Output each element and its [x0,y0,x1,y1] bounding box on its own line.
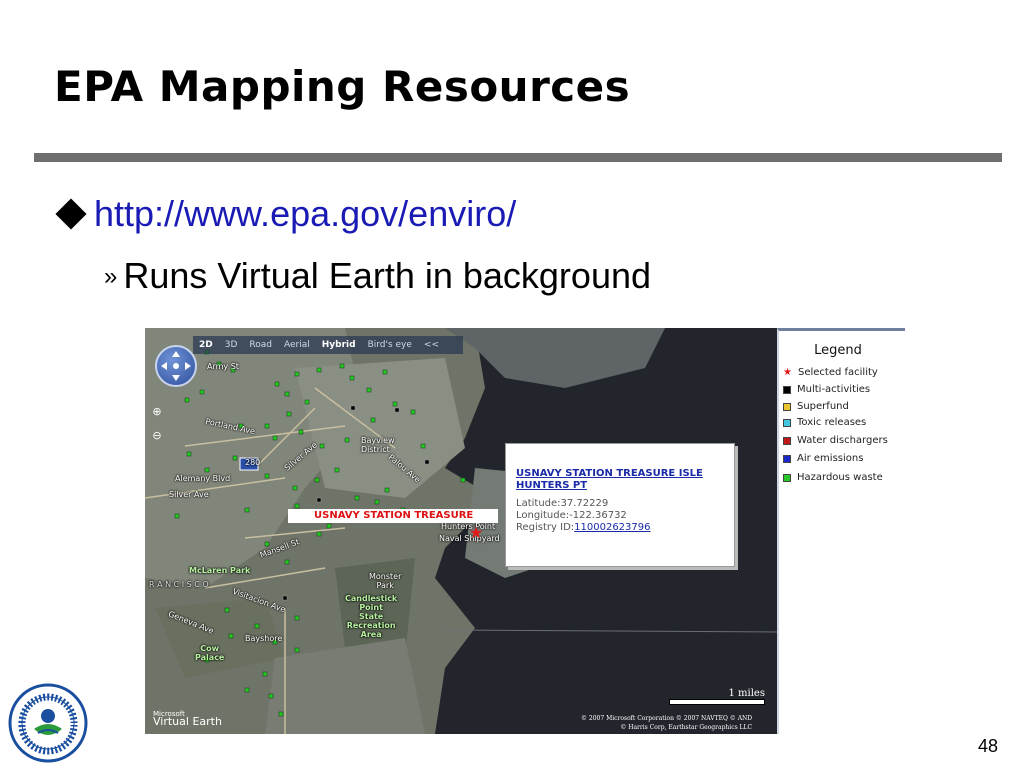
map-label-cow-palace: Cow Palace [195,644,225,662]
legend-item-toxic-releases: Toxic releases [783,417,866,428]
epa-enviro-link[interactable]: http://www.epa.gov/enviro/ [94,193,516,234]
sub-bullet-text: Runs Virtual Earth in background [123,255,652,296]
zoom-in-button[interactable]: ⊕ [151,406,163,418]
epa-seal-logo [8,683,88,763]
selected-facility-star-icon[interactable]: ★ [469,526,483,542]
legend-item-multi-activities: Multi-activities [783,384,870,395]
map-view-toolbar: 2D 3D Road Aerial Hybrid Bird's eye << [193,336,463,354]
view-2d-button[interactable]: 2D [193,340,219,350]
green-square-icon [783,473,791,482]
map-label-mclaren-park: McLaren Park [189,566,251,575]
legend-label: Selected facility [797,367,878,378]
view-3d-button[interactable]: 3D [219,340,244,350]
legend-label: Toxic releases [797,417,867,428]
legend-item-superfund: Superfund [783,401,849,412]
view-hybrid-button[interactable]: Hybrid [316,340,362,350]
page-number: 48 [978,736,999,756]
facility-latitude: Latitude:37.72229 [516,498,609,509]
copyright-line-2: © Harris Corp, Earthstar Geographics LLC [620,724,753,731]
zoom-out-button[interactable]: ⊖ [151,430,163,442]
view-road-button[interactable]: Road [243,340,278,350]
legend-title: Legend [814,343,862,358]
double-chevron-bullet-icon: » [104,263,118,290]
view-birds-eye-button[interactable]: Bird's eye [362,340,418,350]
facility-longitude: Longitude:-122.36732 [516,510,627,521]
legend-label: Hazardous waste [797,472,883,483]
virtual-earth-map[interactable]: 2D 3D Road Aerial Hybrid Bird's eye << ⊕… [145,328,777,734]
scale-bar [669,699,765,705]
map-label-bayview-district: Bayview District [361,436,395,454]
map-label-monster-park: Monster Park [369,572,402,590]
map-label-alemany-blvd: Alemany Blvd [175,474,231,483]
cyan-square-icon [783,418,791,427]
pan-compass-control[interactable] [155,345,197,387]
legend-label: Water dischargers [797,435,888,446]
logo-virtual-earth-text: Virtual Earth [153,715,222,728]
legend-item-selected-facility: ★ Selected facility [783,367,878,378]
map-label-i280: 280 [245,458,261,467]
diamond-bullet-icon [55,198,87,231]
map-label-bayshore: Bayshore [245,634,283,643]
collapse-toolbar-button[interactable]: << [418,340,445,350]
selected-facility-label[interactable]: USNAVY STATION TREASURE [288,509,498,523]
virtual-earth-logo: Microsoft Virtual Earth [153,710,222,727]
blue-square-icon [783,454,791,463]
legend-item-water-dischargers: Water dischargers [783,435,888,446]
yellow-square-icon [783,402,791,411]
map-label-san-francisco: R A N C I S C O [149,580,209,589]
title-divider [34,153,1002,162]
legend-label: Air emissions [797,453,864,464]
copyright-line-1: © 2007 Microsoft Corporation © 2007 NAVT… [581,715,753,722]
legend-label: Multi-activities [797,384,871,395]
map-scale: 1 miles [669,688,765,705]
view-aerial-button[interactable]: Aerial [278,340,316,350]
map-label-candlestick-point: Candlestick Point State Recreation Area [345,594,398,639]
slide-title: EPA Mapping Resources [54,62,631,111]
black-square-icon [783,385,791,394]
map-label-silver-ave: Silver Ave [169,490,209,499]
red-square-icon [783,436,791,445]
star-icon: ★ [783,367,792,378]
facility-info-popup: USNAVY STATION TREASURE ISLE HUNTERS PT … [505,443,735,567]
facility-registry: Registry ID:110002623796 [516,522,651,533]
map-copyright: © 2007 Microsoft Corporation © 2007 NAVT… [581,714,752,732]
pan-arrows-icon [161,351,191,381]
legend-label: Superfund [797,401,849,412]
map-legend: Legend ★ Selected facility Multi-activiti… [777,328,905,734]
scale-label: 1 miles [728,688,765,699]
registry-id-link[interactable]: 110002623796 [574,522,650,533]
legend-item-air-emissions: Air emissions [783,453,863,464]
sub-bullet: » Runs Virtual Earth in background [104,258,651,294]
map-label-army-st: Army St [207,362,239,371]
legend-item-hazardous-waste: Hazardous waste [783,472,883,483]
bullet-url: http://www.epa.gov/enviro/ [54,196,516,232]
facility-name-link[interactable]: USNAVY STATION TREASURE ISLE HUNTERS PT [516,468,726,492]
registry-label: Registry ID: [516,522,575,533]
